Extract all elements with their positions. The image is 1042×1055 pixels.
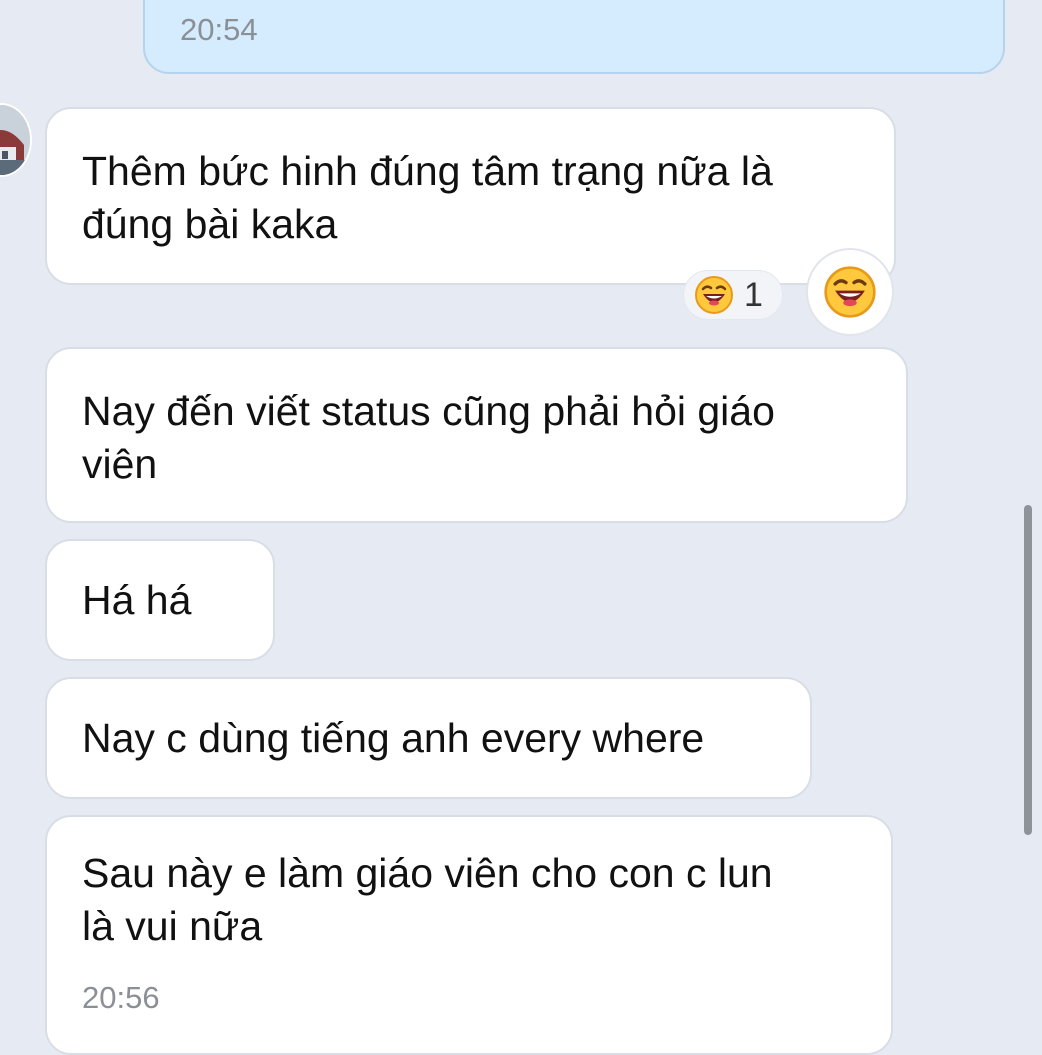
reaction-summary[interactable]: 1 (683, 270, 783, 320)
avatar-image (0, 105, 30, 175)
message-text: Sau này e làm giáo viên cho con c lun là… (82, 850, 773, 949)
message-text: Há há (82, 577, 192, 623)
reaction-count: 1 (744, 275, 763, 314)
received-message-bubble[interactable]: Sau này e làm giáo viên cho con c lun là… (45, 815, 893, 1055)
message-timestamp: 20:54 (180, 12, 258, 47)
scrollbar-thumb[interactable] (1024, 505, 1032, 835)
received-message-bubble[interactable]: Thêm bức hinh đúng tâm trạng nữa là đúng… (45, 107, 896, 285)
message-text: Nay c dùng tiếng anh every where (82, 715, 705, 761)
received-message-bubble[interactable]: Nay c dùng tiếng anh every where (45, 677, 812, 799)
received-message-bubble[interactable]: Há há (45, 539, 275, 661)
sent-message-bubble[interactable]: 20:54 (143, 0, 1005, 74)
message-text: Nay đến viết status cũng phải hỏi giáo v… (82, 388, 775, 487)
sender-avatar[interactable] (0, 103, 32, 177)
chat-thread: 20:54 Thêm bức hinh đúng tâm trạng nữa l… (0, 0, 1042, 1055)
message-timestamp: 20:56 (82, 980, 160, 1015)
message-text: Thêm bức hinh đúng tâm trạng nữa là đúng… (82, 148, 773, 247)
laughing-emoji-icon (695, 276, 733, 314)
reaction-button[interactable] (806, 248, 894, 336)
laughing-emoji-icon (824, 266, 876, 318)
received-message-bubble[interactable]: Nay đến viết status cũng phải hỏi giáo v… (45, 347, 908, 523)
